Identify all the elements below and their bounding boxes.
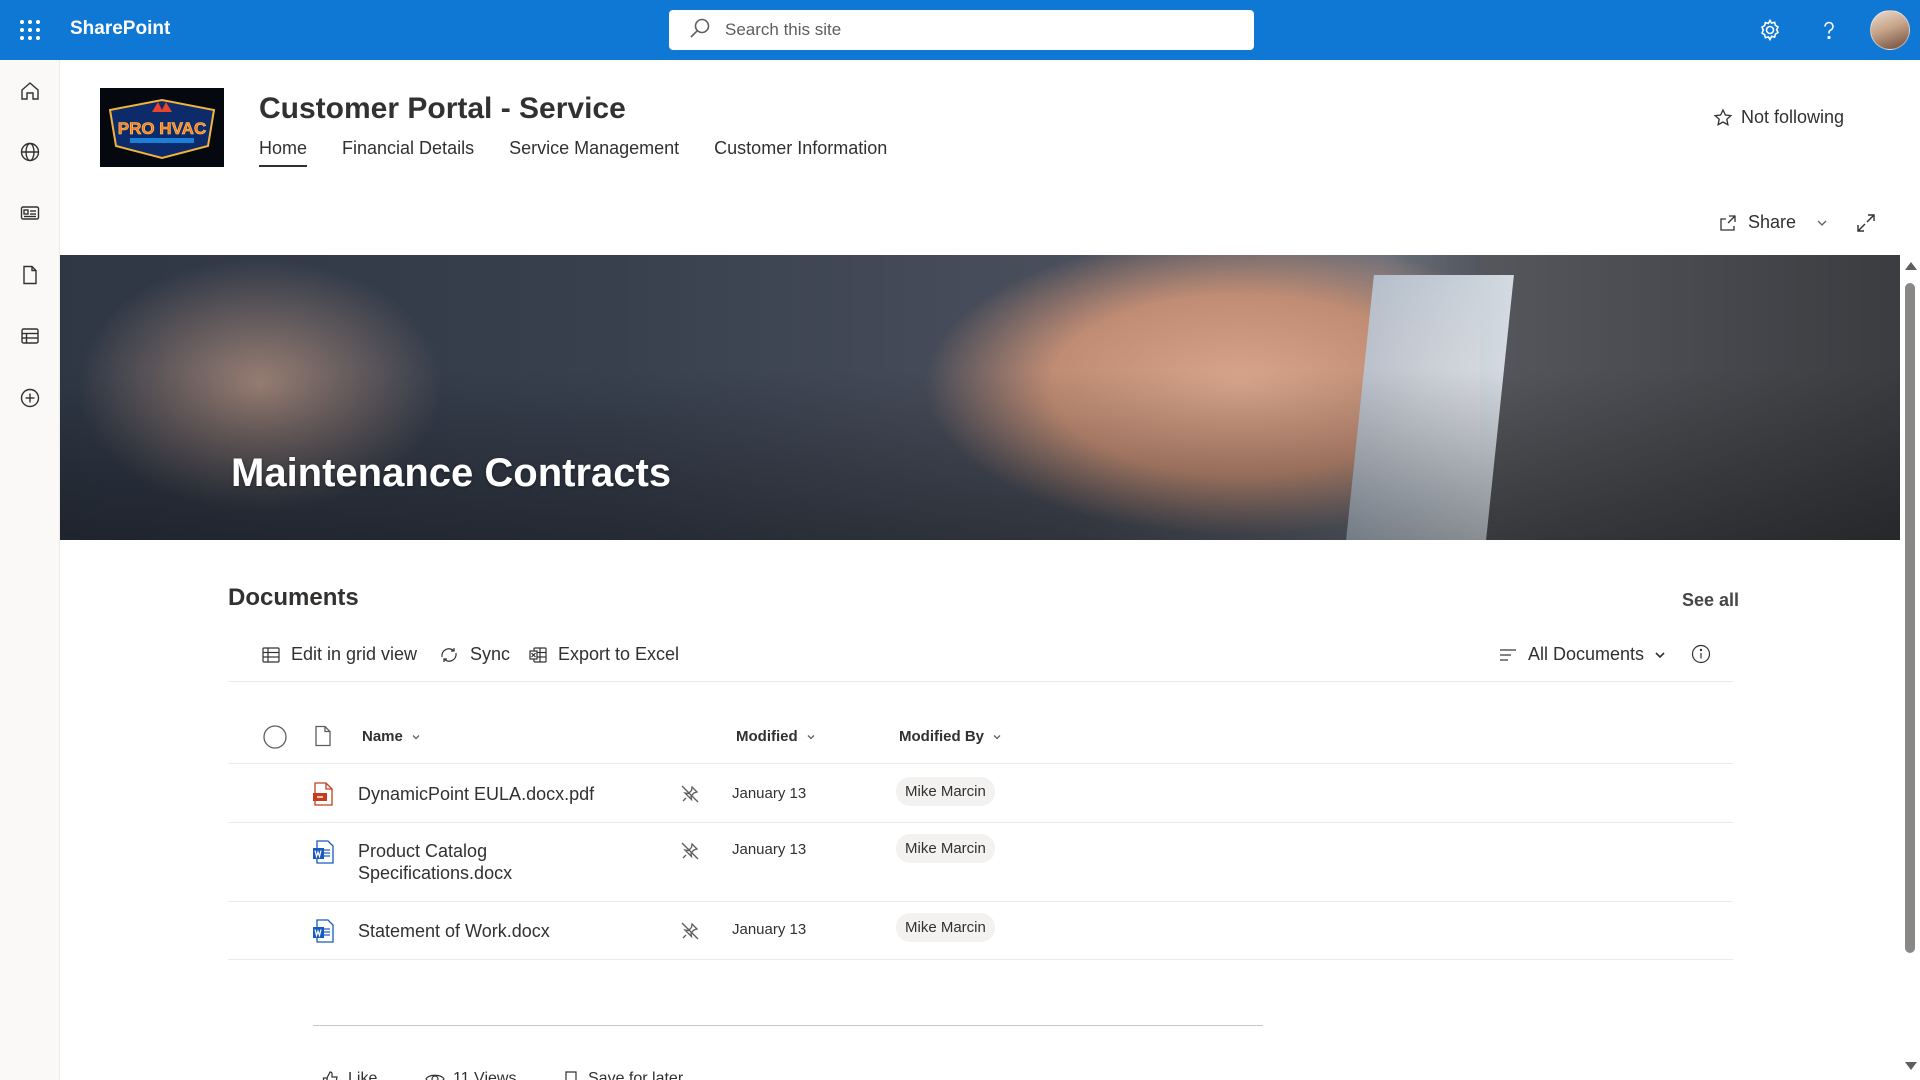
eye-icon: [425, 1074, 445, 1080]
chevron-down-icon: [1655, 651, 1665, 658]
table-row[interactable]: Product Catalog Specifications.docx Janu…: [228, 823, 1733, 902]
views-count: 11 Views: [425, 1070, 516, 1080]
column-modified[interactable]: Modified: [736, 728, 816, 745]
table-row[interactable]: Statement of Work.docx January 13 Mike M…: [228, 902, 1733, 960]
hero-banner: Maintenance Contracts: [60, 255, 1900, 540]
pin-off-icon[interactable]: [680, 921, 700, 946]
news-icon[interactable]: [14, 197, 46, 229]
modified-date: January 13: [732, 841, 807, 858]
export-excel-button[interactable]: Export to Excel: [528, 644, 679, 665]
thumbs-up-icon: [322, 1071, 338, 1080]
nav-home[interactable]: Home: [259, 138, 308, 167]
chevron-down-icon: [412, 734, 420, 739]
column-modified-by-label: Modified By: [899, 728, 984, 745]
hero-image-shade: [60, 255, 1900, 540]
nav-service-management[interactable]: Service Management: [509, 138, 679, 167]
table-row[interactable]: DynamicPoint EULA.docx.pdf January 13 Mi…: [228, 765, 1733, 823]
site-navigation: Home Financial Details Service Managemen…: [259, 138, 922, 167]
pin-off-icon[interactable]: [680, 841, 700, 866]
see-all-link[interactable]: See all: [1682, 590, 1739, 611]
file-name-link[interactable]: Statement of Work.docx: [358, 920, 678, 942]
file-type-header-icon[interactable]: [314, 725, 332, 747]
create-add-icon[interactable]: [14, 382, 46, 414]
follow-button[interactable]: Not following: [1713, 107, 1844, 128]
expand-icon[interactable]: [1855, 212, 1877, 239]
document-command-bar: Edit in grid view Sync Export to Excel A…: [228, 640, 1733, 682]
search-icon: [689, 17, 711, 44]
excel-icon: [529, 646, 547, 663]
select-all-checkbox[interactable]: [263, 725, 287, 749]
site-title: Customer Portal - Service: [259, 92, 626, 125]
site-logo[interactable]: PRO HVAC: [100, 88, 224, 167]
search-input[interactable]: [725, 20, 1205, 40]
modified-by-persona[interactable]: Mike Marcin: [896, 913, 995, 942]
star-icon: [1713, 107, 1733, 126]
edit-grid-label: Edit in grid view: [291, 644, 418, 664]
nav-customer-information[interactable]: Customer Information: [714, 138, 887, 167]
settings-gear-icon[interactable]: [1754, 14, 1786, 46]
svg-text:PRO HVAC: PRO HVAC: [118, 119, 206, 138]
help-icon[interactable]: [1813, 14, 1845, 46]
view-label: All Documents: [1528, 644, 1645, 664]
lists-icon[interactable]: [14, 320, 46, 352]
user-avatar[interactable]: [1870, 10, 1910, 50]
file-name-link[interactable]: Product Catalog Specifications.docx: [358, 840, 538, 884]
page-divider: [313, 1025, 1263, 1026]
column-modified-by[interactable]: Modified By: [899, 728, 1002, 745]
like-label: Like: [348, 1070, 378, 1080]
home-icon[interactable]: [14, 75, 46, 107]
modified-by-persona[interactable]: Mike Marcin: [896, 777, 995, 806]
word-file-icon: [312, 840, 334, 869]
edit-grid-view-button[interactable]: Edit in grid view: [261, 644, 417, 665]
bookmark-icon: [565, 1071, 577, 1080]
documents-title: Documents: [228, 584, 359, 611]
export-label: Export to Excel: [558, 644, 680, 664]
info-icon[interactable]: [1691, 644, 1721, 664]
view-selector[interactable]: All Documents: [1498, 644, 1676, 665]
view-list-icon: [1500, 648, 1516, 661]
nav-financial-details[interactable]: Financial Details: [342, 138, 474, 167]
grid-icon: [262, 646, 280, 663]
file-name-link[interactable]: DynamicPoint EULA.docx.pdf: [358, 783, 678, 805]
column-name[interactable]: Name: [362, 728, 421, 745]
app-launcher-icon[interactable]: [0, 0, 60, 60]
app-name[interactable]: SharePoint: [70, 18, 170, 40]
suite-bar: SharePoint: [0, 0, 1920, 60]
follow-label: Not following: [1741, 107, 1845, 127]
share-icon: [1720, 214, 1736, 231]
modified-by-persona[interactable]: Mike Marcin: [896, 834, 995, 863]
scroll-up-arrow[interactable]: [1905, 262, 1917, 270]
views-label: 11 Views: [453, 1070, 517, 1080]
column-modified-label: Modified: [736, 728, 798, 745]
share-label: Share: [1748, 212, 1797, 232]
word-file-icon: [312, 919, 334, 948]
files-icon[interactable]: [14, 259, 46, 291]
scrollbar-thumb[interactable]: [1905, 283, 1915, 953]
save-label: Save for later: [588, 1070, 684, 1080]
modified-date: January 13: [732, 785, 807, 802]
globe-icon[interactable]: [14, 136, 46, 168]
chevron-down-icon: [1817, 220, 1827, 226]
search-box[interactable]: [669, 10, 1254, 50]
chevron-down-icon: [807, 734, 815, 739]
pin-off-icon[interactable]: [680, 784, 700, 809]
column-name-label: Name: [362, 728, 403, 745]
share-button[interactable]: Share: [1718, 212, 1828, 233]
document-list-header: Name Modified Modified By: [228, 712, 1733, 764]
scroll-down-arrow[interactable]: [1905, 1062, 1917, 1070]
modified-date: January 13: [732, 921, 807, 938]
sync-icon: [441, 647, 457, 662]
like-button[interactable]: Like: [322, 1070, 377, 1080]
sync-button[interactable]: Sync: [438, 644, 510, 665]
app-bar: [0, 60, 60, 1080]
save-for-later-button[interactable]: Save for later: [562, 1070, 683, 1080]
hero-title: Maintenance Contracts: [231, 451, 672, 495]
sync-label: Sync: [470, 644, 511, 664]
chevron-down-icon: [993, 734, 1001, 739]
pdf-file-icon: [312, 782, 334, 811]
